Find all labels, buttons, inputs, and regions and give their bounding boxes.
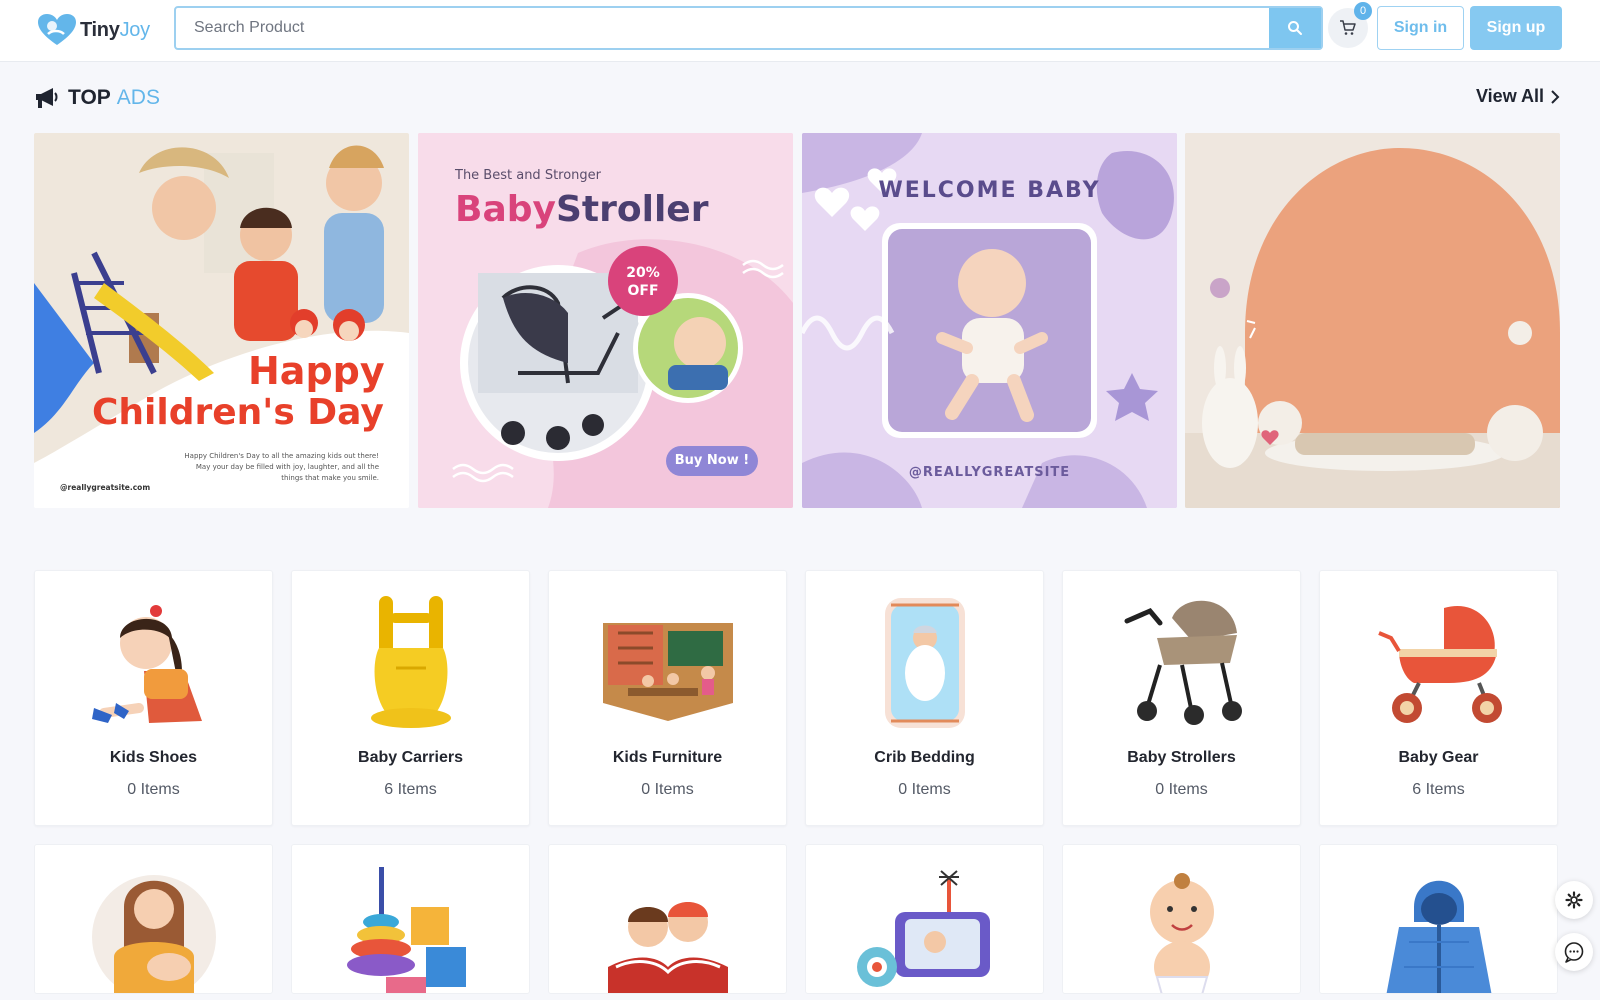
baby-in-crib-icon [884, 598, 965, 728]
category-name: Kids Shoes [109, 749, 198, 766]
category-card[interactable]: Baby Strollers 0 Items [1062, 570, 1301, 826]
category-item-count: 6 Items [1412, 781, 1465, 798]
category-card[interactable]: Kids Furniture 0 Items [548, 570, 787, 826]
category-name: Baby Strollers [1127, 749, 1236, 766]
category-card[interactable] [548, 844, 787, 994]
ad2-discount-percent: 20% [626, 265, 660, 281]
ad-banner-welcome-baby[interactable]: WELCOME BABY @REALLYGREATSITE [802, 133, 1177, 508]
search-icon [1288, 21, 1302, 35]
header: TinyJoy 0 Sign in Sign up [0, 0, 1600, 62]
chat-button[interactable] [1555, 933, 1593, 971]
nursery-room-illustration-icon [1185, 133, 1560, 508]
search-bar [174, 6, 1323, 50]
ad3-title: WELCOME BABY [878, 178, 1101, 203]
pram-icon [1377, 606, 1502, 723]
ad2-title-part2: Stroller [556, 189, 709, 230]
category-name: Kids Furniture [612, 749, 723, 766]
ad-banner-childrens-day[interactable]: Happy Children's Day Happy Children's Da… [34, 133, 409, 508]
search-input[interactable] [176, 8, 1271, 48]
ad1-headline-line1: Happy [248, 349, 385, 393]
ad1-headline-line2: Children's Day [92, 392, 384, 433]
category-card[interactable]: Baby Carriers 6 Items [291, 570, 530, 826]
gear-icon [1565, 891, 1583, 909]
ad3-handle: @REALLYGREATSITE [908, 465, 1071, 480]
category-card[interactable] [1319, 844, 1558, 994]
view-all-link[interactable]: View All [1476, 86, 1560, 107]
top-ads-title-part1: TOP [68, 86, 111, 109]
category-item-count: 0 Items [898, 781, 951, 798]
category-card[interactable] [805, 844, 1044, 994]
ad2-title-part1: Baby [455, 189, 556, 230]
category-card[interactable] [34, 844, 273, 994]
chat-bubble-icon [1564, 942, 1584, 963]
category-card[interactable] [291, 844, 530, 994]
ad2-kicker: The Best and Stronger [455, 168, 602, 183]
classroom-icon [602, 623, 733, 721]
brand-logo[interactable]: TinyJoy [36, 10, 166, 50]
ad1-body-text: Happy Children's Day to all the amazing … [184, 452, 379, 482]
heart-logo-icon [38, 14, 76, 45]
signin-button[interactable]: Sign in [1377, 6, 1464, 50]
girl-tying-shoes-icon [91, 605, 202, 723]
ad-banner-baby-stroller[interactable]: The Best and Stronger Baby Stroller 20% … [418, 133, 793, 508]
mother-feeding-baby-icon [91, 875, 216, 993]
category-name: Crib Bedding [874, 749, 975, 766]
ad-banner-nursery-room[interactable] [1185, 133, 1560, 508]
cart-count-badge: 0 [1354, 2, 1372, 20]
category-item-count: 0 Items [1155, 781, 1208, 798]
category-card[interactable] [1062, 844, 1301, 994]
top-ads-title: TOP ADS [34, 86, 160, 110]
signup-button[interactable]: Sign up [1470, 6, 1562, 50]
ad2-buy-now-button[interactable]: Buy Now ! [666, 453, 758, 468]
top-ads-title-part2: ADS [116, 86, 160, 109]
baby-carrier-icon [370, 596, 451, 728]
category-name: Baby Gear [1398, 749, 1479, 766]
megaphone-icon [36, 88, 58, 108]
ad2-discount-off: OFF [627, 283, 659, 299]
category-card[interactable]: Crib Bedding 0 Items [805, 570, 1044, 826]
category-name: Baby Carriers [358, 749, 463, 766]
category-item-count: 0 Items [127, 781, 180, 798]
hooded-jacket-icon [1386, 880, 1491, 993]
category-item-count: 6 Items [384, 781, 437, 798]
category-card[interactable]: Baby Gear 6 Items [1319, 570, 1558, 826]
baby-monitor-icon [856, 870, 990, 987]
search-button[interactable] [1269, 8, 1321, 48]
stroller-icon [1124, 600, 1242, 725]
brand-name: TinyJoy [80, 18, 150, 41]
cart-button[interactable]: 0 [1328, 2, 1372, 48]
category-item-count: 0 Items [641, 781, 694, 798]
category-card[interactable]: Kids Shoes 0 Items [34, 570, 273, 826]
settings-button[interactable] [1555, 881, 1593, 919]
view-all-label: View All [1476, 86, 1545, 106]
stacking-toys-icon [346, 867, 466, 993]
kids-reading-book-icon [607, 902, 728, 993]
ad1-handle: @reallygreatsite.com [60, 483, 151, 492]
chevron-right-icon [1551, 89, 1560, 104]
baby-in-diaper-icon [1149, 873, 1214, 993]
cart-icon [1340, 20, 1356, 35]
